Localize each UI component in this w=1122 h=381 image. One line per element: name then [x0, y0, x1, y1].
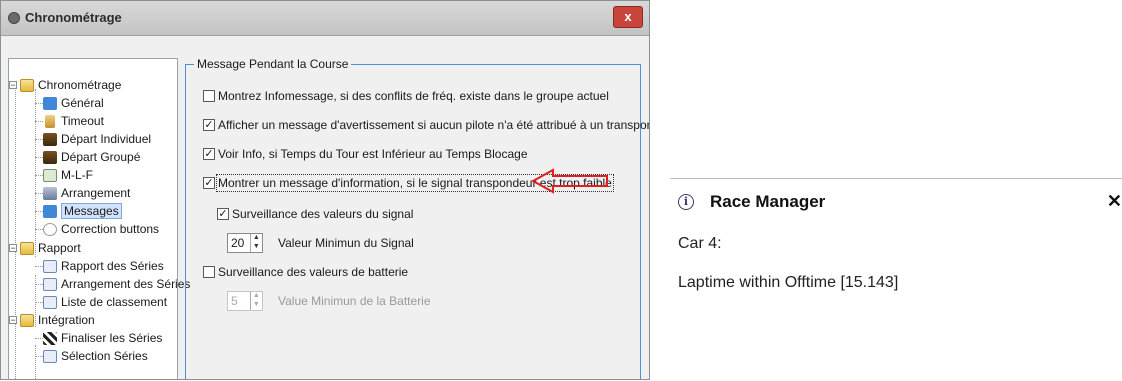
- race-message-group: [185, 64, 641, 379]
- checkered-flag-icon: [43, 331, 57, 345]
- arrangement-icon: [43, 186, 57, 200]
- settings-window: Chronométrage x − Chronométrage Général …: [0, 0, 650, 380]
- tree-node-chronometrage[interactable]: − Chronométrage: [9, 76, 121, 94]
- tree-item-messages[interactable]: Messages: [43, 202, 122, 220]
- stepper-value[interactable]: 20: [228, 234, 250, 252]
- tree-item-liste-classement[interactable]: Liste de classement: [43, 293, 167, 311]
- popup-car-label: Car 4:: [678, 235, 722, 252]
- stepper-down-icon: ▼: [252, 301, 260, 308]
- checkbox[interactable]: [203, 90, 215, 102]
- checkbox[interactable]: ✓: [203, 119, 215, 131]
- tree-item-general[interactable]: Général: [43, 94, 104, 112]
- stepper-up-icon[interactable]: ▲: [251, 234, 262, 243]
- group-legend: Message Pendant la Course: [194, 57, 352, 71]
- report-icon: [43, 349, 57, 363]
- checkbox[interactable]: [203, 266, 215, 278]
- stepper-value: 5: [231, 294, 238, 308]
- messages-icon: [43, 204, 57, 218]
- popup-title: Race Manager: [710, 192, 826, 211]
- tree-item-timeout[interactable]: Timeout: [43, 112, 104, 130]
- option-lap-below-block[interactable]: ✓ Voir Info, si Temps du Tour est Inféri…: [203, 147, 528, 161]
- battery-min-stepper: 5 ▲ ▼: [227, 291, 263, 311]
- info-icon: i: [678, 194, 694, 210]
- popup-close-button[interactable]: ✕: [1107, 191, 1122, 212]
- signal-min-label: Valeur Minimun du Signal: [278, 236, 414, 250]
- checkbox[interactable]: ✓: [203, 148, 215, 160]
- battery-min-label: Value Minimun de la Batterie: [278, 294, 431, 308]
- stepper-up-icon: ▲: [252, 292, 260, 299]
- popup-title-bar: i Race Manager: [678, 192, 825, 212]
- settings-icon: [8, 12, 20, 24]
- checkbox[interactable]: ✓: [203, 177, 215, 189]
- tree-item-finaliser-series[interactable]: Finaliser les Séries: [43, 329, 162, 347]
- option-battery-monitoring[interactable]: Surveillance des valeurs de batterie: [203, 265, 408, 279]
- option-no-pilot-warning[interactable]: ✓ Afficher un message d'avertissement si…: [203, 118, 649, 132]
- hourglass-icon: [45, 114, 55, 128]
- report-icon: [43, 277, 57, 291]
- tree-item-mlf[interactable]: M-L-F: [43, 166, 93, 184]
- collapse-icon[interactable]: −: [9, 244, 17, 253]
- signal-min-stepper[interactable]: 20 ▲ ▼: [227, 233, 263, 253]
- close-button[interactable]: x: [613, 6, 643, 28]
- folder-icon: [20, 241, 34, 255]
- tree-item-depart-individuel[interactable]: Départ Individuel: [43, 130, 151, 148]
- option-signal-monitoring[interactable]: ✓ Surveillance des valeurs du signal: [217, 207, 413, 221]
- checkbox[interactable]: ✓: [217, 208, 229, 220]
- option-freq-conflict[interactable]: Montrez Infomessage, si des conflits de …: [203, 89, 609, 103]
- tree-node-rapport[interactable]: − Rapport: [9, 239, 81, 257]
- folder-icon: [20, 78, 34, 92]
- stepper-down-icon[interactable]: ▼: [251, 243, 262, 252]
- settings-tree: − Chronométrage Général Timeout Départ I…: [8, 58, 190, 379]
- general-icon: [43, 96, 57, 110]
- red-arrow-annotation: [531, 168, 608, 194]
- title-bar: Chronométrage x: [1, 1, 649, 36]
- tree-item-arrangement[interactable]: Arrangement: [43, 184, 130, 202]
- tree-node-integration[interactable]: − Intégration: [9, 311, 95, 329]
- collapse-icon[interactable]: −: [9, 81, 17, 90]
- popup-message: Laptime within Offtime [15.143]: [678, 274, 899, 291]
- collapse-icon[interactable]: −: [9, 316, 17, 325]
- mlf-icon: [43, 168, 57, 182]
- correction-icon: [43, 222, 57, 236]
- tree-item-rapport-series[interactable]: Rapport des Séries: [43, 257, 164, 275]
- traffic-light-icon: [43, 132, 57, 146]
- window-title: Chronométrage: [25, 10, 122, 25]
- tree-item-arrangement-series[interactable]: Arrangement des Séries: [43, 275, 190, 293]
- report-icon: [43, 295, 57, 309]
- tree-item-cut[interactable]: Sélection Séries: [43, 347, 148, 365]
- race-manager-popup: i Race Manager ✕ Car 4: Laptime within O…: [670, 178, 1122, 381]
- tree-item-correction-buttons[interactable]: Correction buttons: [43, 220, 159, 238]
- traffic-light-icon: [43, 150, 57, 164]
- tree-item-depart-groupe[interactable]: Départ Groupé: [43, 148, 140, 166]
- report-icon: [43, 259, 57, 273]
- folder-icon: [20, 313, 34, 327]
